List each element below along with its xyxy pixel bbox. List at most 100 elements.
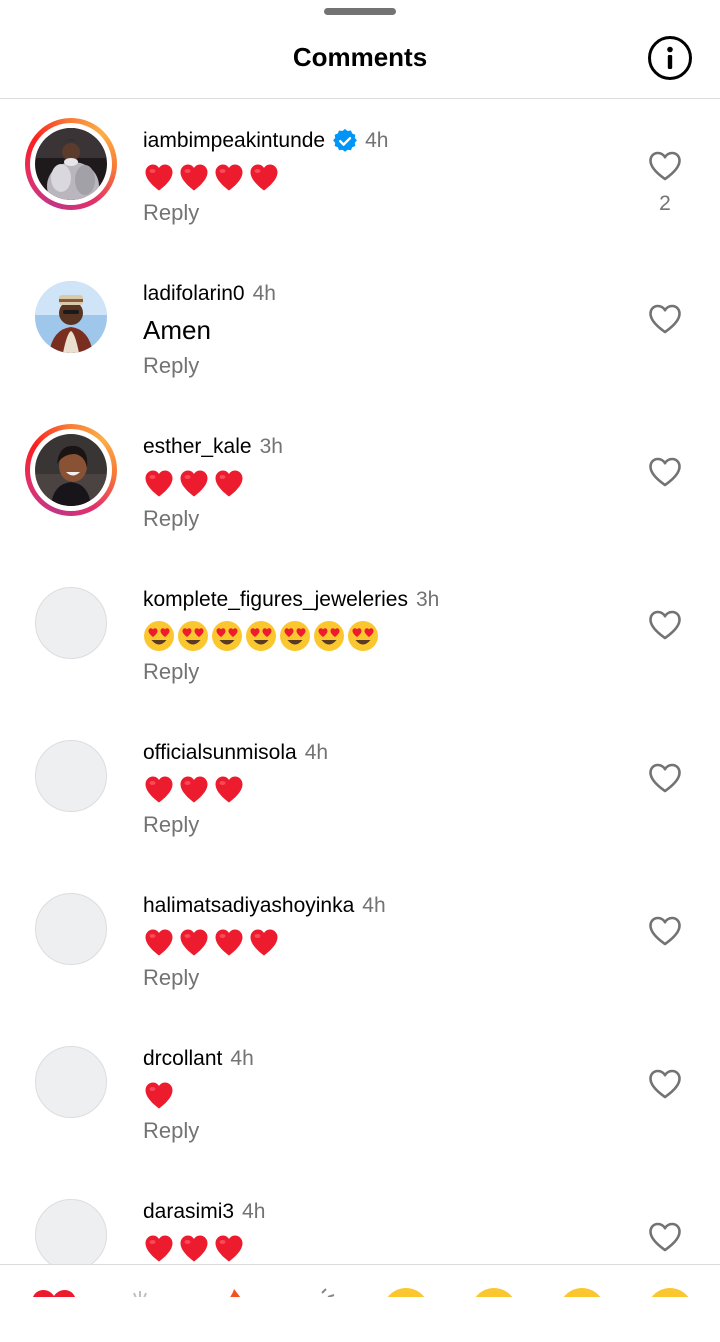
red-heart-emoji [180, 929, 208, 956]
like-heart-icon[interactable] [647, 760, 683, 796]
avatar[interactable] [25, 883, 117, 975]
comment-username[interactable]: officialsunmisola [143, 741, 297, 765]
red-heart-emoji [180, 164, 208, 191]
comment-timestamp: 3h [259, 435, 283, 458]
comment-text [143, 924, 283, 960]
comment-username[interactable]: iambimpeakintunde [143, 129, 325, 153]
like-heart-icon[interactable] [647, 148, 683, 184]
comment-username[interactable]: halimatsadiyashoyinka [143, 894, 354, 918]
red-heart-emoji [180, 470, 208, 497]
comment-meta: halimatsadiyashoyinka 4h [143, 891, 386, 921]
red-heart-emoji [145, 776, 173, 803]
comment-text [143, 618, 381, 654]
comment-timestamp: 4h [365, 129, 389, 152]
reply-button[interactable]: Reply [143, 812, 199, 838]
comment-timestamp: 4h [242, 1200, 266, 1223]
red-heart-emoji [180, 1235, 208, 1262]
comment-item: esther_kale 3h Reply [0, 424, 720, 577]
reaction-bar [0, 1264, 720, 1297]
like-heart-icon[interactable] [647, 607, 683, 643]
comment-timestamp: 4h [252, 282, 276, 305]
like-heart-icon[interactable] [647, 913, 683, 949]
comment-username[interactable]: komplete_figures_jeweleries [143, 588, 408, 612]
laughing-face-reaction-icon[interactable] [644, 1285, 696, 1297]
red-heart-emoji [215, 1235, 243, 1262]
heart-eyes-emoji [280, 621, 310, 651]
avatar-placeholder [35, 893, 107, 965]
heart-eyes-emoji [178, 621, 208, 651]
verified-badge-icon [333, 129, 358, 153]
comment-timestamp: 4h [230, 1047, 254, 1070]
raising-hands-reaction-icon[interactable] [116, 1285, 168, 1297]
heart-eyes-emoji [246, 621, 276, 651]
heart-eyes-emoji [144, 621, 174, 651]
like-count[interactable]: 2 [640, 192, 690, 216]
reply-button[interactable]: Reply [143, 1118, 199, 1144]
avatar[interactable] [25, 730, 117, 822]
reply-button[interactable]: Reply [143, 659, 199, 685]
comment-meta: darasimi3 4h [143, 1197, 265, 1227]
comment-meta: komplete_figures_jeweleries 3h [143, 585, 439, 615]
comment-item: iambimpeakintunde 4h Reply 2 [0, 118, 720, 271]
red-heart-emoji [145, 1235, 173, 1262]
avatar-placeholder [35, 587, 107, 659]
comment-text [143, 1230, 248, 1266]
comment-item: komplete_figures_jeweleries 3h Reply [0, 577, 720, 730]
avatar-placeholder [35, 740, 107, 812]
red-heart-emoji [250, 929, 278, 956]
avatar-photo [35, 434, 107, 506]
like-heart-icon[interactable] [647, 1219, 683, 1255]
comment-meta: ladifolarin0 4h [143, 279, 276, 309]
comment-meta: drcollant 4h [143, 1044, 254, 1074]
reply-button[interactable]: Reply [143, 965, 199, 991]
avatar-placeholder [35, 1046, 107, 1118]
like-heart-icon[interactable] [647, 454, 683, 490]
reply-button[interactable]: Reply [143, 200, 199, 226]
avatar[interactable] [25, 424, 117, 516]
red-heart-emoji [250, 164, 278, 191]
avatar[interactable] [25, 577, 117, 669]
comment-timestamp: 4h [362, 894, 386, 917]
red-heart-emoji [215, 776, 243, 803]
comment-meta: esther_kale 3h [143, 432, 283, 462]
like-heart-icon[interactable] [647, 1066, 683, 1102]
info-icon[interactable] [647, 35, 693, 81]
red-heart-emoji [215, 164, 243, 191]
avatar[interactable] [25, 271, 117, 363]
like-heart-icon[interactable] [647, 301, 683, 337]
comment-username[interactable]: ladifolarin0 [143, 282, 245, 306]
comments-header: Comments [0, 0, 720, 99]
drag-handle[interactable] [324, 8, 396, 15]
heart-eyes-face-reaction-icon[interactable] [468, 1285, 520, 1297]
red-heart-emoji [145, 929, 173, 956]
comment-text [143, 771, 248, 807]
comment-item: drcollant 4h Reply [0, 1036, 720, 1189]
comment-item: halimatsadiyashoyinka 4h Reply [0, 883, 720, 1036]
avatar-photo [35, 281, 107, 353]
comment-username[interactable]: drcollant [143, 1047, 222, 1071]
comment-timestamp: 3h [415, 588, 440, 611]
open-mouth-face-reaction-icon[interactable] [556, 1285, 608, 1297]
comment-meta: officialsunmisola 4h [143, 738, 328, 768]
crying-face-reaction-icon[interactable] [380, 1285, 432, 1297]
comment-text [143, 159, 283, 195]
avatar[interactable] [25, 118, 117, 210]
reply-button[interactable]: Reply [143, 506, 199, 532]
reply-button[interactable]: Reply [143, 353, 199, 379]
avatar-placeholder [35, 1199, 107, 1271]
red-heart-emoji [215, 470, 243, 497]
page-title: Comments [292, 42, 428, 72]
red-heart-emoji [145, 1082, 173, 1109]
red-heart-emoji [180, 776, 208, 803]
comment-username[interactable]: darasimi3 [143, 1200, 234, 1224]
red-heart-reaction-icon[interactable] [28, 1285, 80, 1297]
heart-eyes-emoji [212, 621, 242, 651]
comment-username[interactable]: esther_kale [143, 435, 252, 459]
clapping-hands-reaction-icon[interactable] [292, 1285, 344, 1297]
avatar-photo [35, 128, 107, 200]
fire-reaction-icon[interactable] [204, 1285, 256, 1297]
comment-timestamp: 4h [304, 741, 329, 764]
avatar[interactable] [25, 1036, 117, 1128]
red-heart-emoji [145, 164, 173, 191]
comment-item: ladifolarin0 4h Amen Reply [0, 271, 720, 424]
